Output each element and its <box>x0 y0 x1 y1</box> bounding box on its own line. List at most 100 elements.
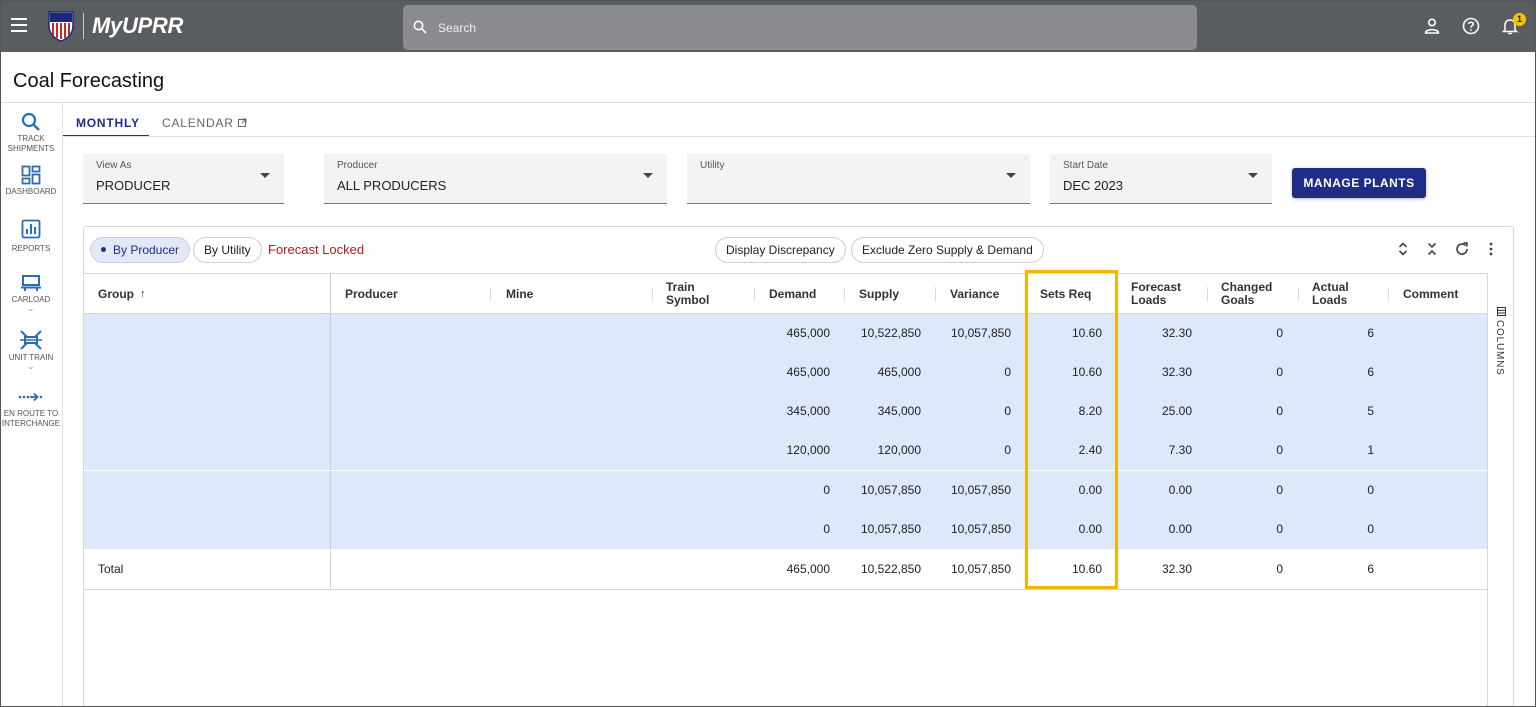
nav-label: EN ROUTE TO INTERCHANGE <box>1 409 61 428</box>
cell-supply: 120,000 <box>877 443 921 457</box>
cell-forecast-loads: 32.30 <box>1161 562 1192 576</box>
nav-unit-train[interactable]: UNIT TRAIN ⌄ <box>0 329 62 371</box>
cell-supply: 465,000 <box>877 365 921 379</box>
collapse-all-icon[interactable] <box>1424 241 1440 257</box>
cell-demand: 465,000 <box>786 365 830 379</box>
en-route-icon <box>18 392 43 402</box>
column-divider <box>754 287 755 301</box>
external-link-icon <box>237 118 247 127</box>
brand-name[interactable]: MyUPRR <box>92 13 183 39</box>
tabs-divider <box>63 136 1536 137</box>
cell-demand: 0 <box>823 483 830 497</box>
display-discrepancy-chip[interactable]: Display Discrepancy <box>715 237 846 263</box>
cell-sets-req: 0.00 <box>1078 522 1102 536</box>
cell-variance: 0 <box>1004 443 1011 457</box>
nav-en-route-interchange[interactable]: EN ROUTE TO INTERCHANGE <box>0 391 62 429</box>
column-header-variance[interactable]: Variance <box>950 274 999 314</box>
cell-supply: 10,522,850 <box>860 562 921 576</box>
cell-supply: 345,000 <box>877 404 921 418</box>
column-header-changed-goals[interactable]: Changed Goals <box>1221 274 1281 314</box>
global-search[interactable] <box>403 5 1197 50</box>
columns-panel-toggle[interactable]: COLUMNS <box>1487 273 1514 707</box>
producer-select[interactable]: Producer ALL PRODUCERS <box>324 154 667 204</box>
exclude-zero-chip[interactable]: Exclude Zero Supply & Demand <box>851 237 1044 263</box>
utility-select[interactable]: Utility <box>687 154 1030 204</box>
nav-track-shipments[interactable]: TRACK SHIPMENTS <box>0 112 62 154</box>
field-value: DEC 2023 <box>1063 178 1123 193</box>
union-pacific-logo[interactable] <box>46 10 76 42</box>
cell-changed-goals: 0 <box>1276 365 1283 379</box>
unit-train-icon <box>20 330 42 350</box>
nav-label: TRACK SHIPMENTS <box>7 134 55 153</box>
dropdown-arrow-icon <box>643 173 653 178</box>
nav-reports[interactable]: REPORTS <box>0 219 62 254</box>
table-row[interactable]: 465,000 10,522,850 10,057,850 10.60 32.3… <box>84 314 1487 354</box>
refresh-icon[interactable] <box>1454 241 1470 257</box>
help-icon[interactable] <box>1462 17 1480 35</box>
cell-sets-req: 10.60 <box>1071 326 1102 340</box>
menu-icon[interactable] <box>11 18 27 32</box>
nav-label: DASHBOARD <box>5 187 57 196</box>
field-label: Start Date <box>1063 160 1109 171</box>
cell-sets-req: 0.00 <box>1078 483 1102 497</box>
table-row[interactable]: 0 10,057,850 10,057,850 0.00 0.00 0 0 <box>84 510 1487 550</box>
chevron-down-icon[interactable]: ⌄ <box>0 363 62 371</box>
search-icon <box>413 20 427 34</box>
column-header-demand[interactable]: Demand <box>769 274 816 314</box>
columns-icon <box>1497 307 1506 316</box>
column-divider <box>330 274 331 314</box>
more-options-icon[interactable] <box>1483 241 1499 257</box>
column-header-producer[interactable]: Producer <box>345 274 398 314</box>
table-row[interactable]: 0 10,057,850 10,057,850 0.00 0.00 0 0 <box>84 471 1487 511</box>
dashboard-icon <box>21 165 41 185</box>
manage-plants-button[interactable]: MANAGE PLANTS <box>1292 168 1426 198</box>
by-utility-chip[interactable]: By Utility <box>193 237 262 263</box>
cell-demand: 120,000 <box>786 443 830 457</box>
column-header-sets-req[interactable]: Sets Req <box>1040 274 1091 314</box>
dropdown-arrow-icon <box>260 173 270 178</box>
column-header-supply[interactable]: Supply <box>859 274 899 314</box>
cell-actual-loads: 6 <box>1367 365 1374 379</box>
expand-all-icon[interactable] <box>1395 241 1411 257</box>
cell-forecast-loads: 0.00 <box>1168 522 1192 536</box>
total-row[interactable]: Total 465,000 10,522,850 10,057,850 10.6… <box>84 550 1487 590</box>
column-header-forecast-loads[interactable]: Forecast Loads <box>1131 274 1191 314</box>
field-value: PRODUCER <box>96 178 171 193</box>
table-row[interactable]: 345,000 345,000 0 8.20 25.00 0 5 <box>84 392 1487 432</box>
cell-forecast-loads: 25.00 <box>1161 404 1192 418</box>
group-column-divider <box>330 353 331 392</box>
by-producer-chip[interactable]: By Producer <box>90 237 191 263</box>
cell-forecast-loads: 32.30 <box>1161 326 1192 340</box>
cell-sets-req: 2.40 <box>1078 443 1102 457</box>
cell-variance: 10,057,850 <box>950 326 1011 340</box>
column-header-train-symbol[interactable]: Train Symbol <box>666 274 726 314</box>
table-row[interactable]: 120,000 120,000 0 2.40 7.30 0 1 <box>84 431 1487 471</box>
group-column-divider <box>330 392 331 431</box>
left-navigation: TRACK SHIPMENTS DASHBOARD REPORTS CARLOA… <box>0 103 63 707</box>
column-header-actual-loads[interactable]: Actual Loads <box>1312 274 1372 314</box>
column-header-group[interactable]: Group ↑ <box>98 274 146 314</box>
column-header-comment[interactable]: Comment <box>1403 274 1458 314</box>
cell-demand: 465,000 <box>786 562 830 576</box>
view-as-select[interactable]: View As PRODUCER <box>83 154 284 204</box>
column-header-mine[interactable]: Mine <box>506 274 533 314</box>
cell-sets-req: 10.60 <box>1071 365 1102 379</box>
nav-dashboard[interactable]: DASHBOARD <box>0 165 62 197</box>
title-divider <box>0 102 1536 103</box>
sort-ascending-icon[interactable]: ↑ <box>140 288 146 301</box>
field-label: Utility <box>700 160 725 171</box>
cell-demand: 465,000 <box>786 326 830 340</box>
cell-supply: 10,057,850 <box>860 483 921 497</box>
chevron-down-icon[interactable]: ⌄ <box>0 305 62 313</box>
chip-label: Exclude Zero Supply & Demand <box>862 243 1033 257</box>
table-row[interactable]: 465,000 465,000 0 10.60 32.30 0 6 <box>84 353 1487 393</box>
cell-sets-req: 10.60 <box>1071 562 1102 576</box>
user-icon[interactable] <box>1423 17 1441 35</box>
nav-carload[interactable]: CARLOAD ⌄ <box>0 273 62 313</box>
tab-monthly[interactable]: MONTHLY <box>76 116 140 130</box>
search-input[interactable] <box>438 5 1178 50</box>
tab-calendar[interactable]: CALENDAR <box>162 116 247 130</box>
forecast-status: Forecast Locked <box>268 242 365 257</box>
selected-dot-icon <box>101 247 106 253</box>
start-date-select[interactable]: Start Date DEC 2023 <box>1050 154 1272 204</box>
